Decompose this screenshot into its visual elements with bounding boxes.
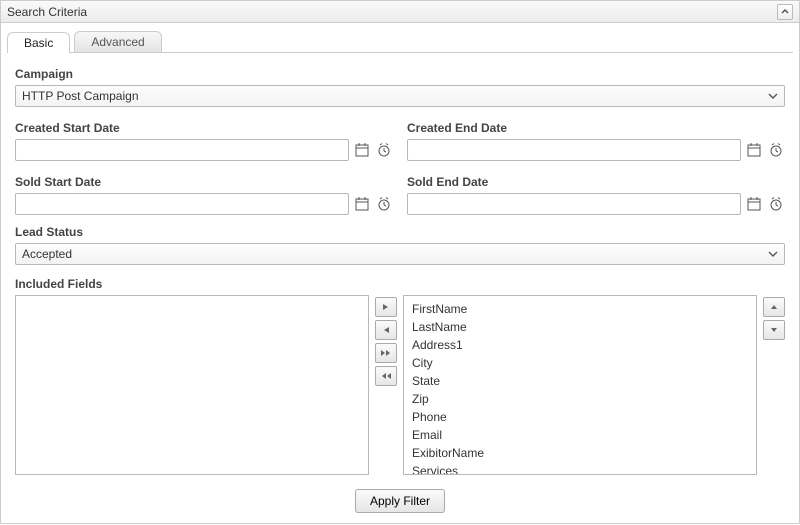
- list-item[interactable]: Zip: [408, 390, 752, 408]
- list-item[interactable]: City: [408, 354, 752, 372]
- move-all-right-button[interactable]: [375, 343, 397, 363]
- move-left-button[interactable]: [375, 320, 397, 340]
- created-start-block: Created Start Date: [15, 117, 393, 161]
- sold-start-block: Sold Start Date: [15, 171, 393, 215]
- included-fields-dual-list: FirstNameLastNameAddress1CityStateZipPho…: [15, 295, 785, 475]
- apply-filter-label: Apply Filter: [370, 494, 430, 508]
- apply-filter-button[interactable]: Apply Filter: [355, 489, 445, 513]
- arrow-up-icon: [769, 302, 779, 312]
- tab-basic-label: Basic: [24, 36, 53, 50]
- chevron-up-icon: [781, 8, 789, 16]
- list-item[interactable]: Email: [408, 426, 752, 444]
- list-item[interactable]: Address1: [408, 336, 752, 354]
- tab-strip: Basic Advanced: [7, 29, 793, 53]
- campaign-value: HTTP Post Campaign: [22, 89, 139, 103]
- created-start-label: Created Start Date: [15, 121, 393, 135]
- campaign-label: Campaign: [15, 67, 785, 81]
- arrow-left-icon: [381, 325, 391, 335]
- tab-basic[interactable]: Basic: [7, 32, 70, 53]
- chevron-down-icon: [768, 91, 778, 101]
- sold-start-label: Sold Start Date: [15, 175, 393, 189]
- list-item[interactable]: State: [408, 372, 752, 390]
- move-right-button[interactable]: [375, 297, 397, 317]
- selected-fields-listbox[interactable]: FirstNameLastNameAddress1CityStateZipPho…: [403, 295, 757, 475]
- available-fields-listbox[interactable]: [15, 295, 369, 475]
- clock-icon[interactable]: [767, 195, 785, 213]
- move-buttons-column: [375, 295, 397, 475]
- chevron-down-icon: [768, 249, 778, 259]
- campaign-dropdown[interactable]: HTTP Post Campaign: [15, 85, 785, 107]
- lead-status-label: Lead Status: [15, 225, 785, 239]
- panel-body: Basic Advanced Campaign HTTP Post Campai…: [0, 22, 800, 524]
- collapse-button[interactable]: [777, 4, 793, 20]
- tab-advanced[interactable]: Advanced: [74, 31, 161, 52]
- list-item[interactable]: ExibitorName: [408, 444, 752, 462]
- sold-start-date-input[interactable]: [15, 193, 349, 215]
- search-criteria-panel: Search Criteria Basic Advanced Campaign …: [0, 0, 800, 524]
- calendar-icon[interactable]: [353, 195, 371, 213]
- created-start-date-input[interactable]: [15, 139, 349, 161]
- double-arrow-left-icon: [380, 371, 392, 381]
- created-end-date-input[interactable]: [407, 139, 741, 161]
- list-item[interactable]: Services: [408, 462, 752, 475]
- panel-title: Search Criteria: [7, 5, 87, 19]
- arrow-right-icon: [381, 302, 391, 312]
- included-fields-label: Included Fields: [15, 277, 785, 291]
- move-up-button[interactable]: [763, 297, 785, 317]
- sold-end-block: Sold End Date: [407, 171, 785, 215]
- list-item[interactable]: Phone: [408, 408, 752, 426]
- clock-icon[interactable]: [767, 141, 785, 159]
- sold-end-label: Sold End Date: [407, 175, 785, 189]
- sold-end-date-input[interactable]: [407, 193, 741, 215]
- list-item[interactable]: FirstName: [408, 300, 752, 318]
- move-down-button[interactable]: [763, 320, 785, 340]
- lead-status-dropdown[interactable]: Accepted: [15, 243, 785, 265]
- arrow-down-icon: [769, 325, 779, 335]
- list-item[interactable]: LastName: [408, 318, 752, 336]
- order-buttons-column: [763, 295, 785, 475]
- panel-header: Search Criteria: [0, 0, 800, 22]
- created-end-block: Created End Date: [407, 117, 785, 161]
- created-end-label: Created End Date: [407, 121, 785, 135]
- clock-icon[interactable]: [375, 195, 393, 213]
- clock-icon[interactable]: [375, 141, 393, 159]
- lead-status-value: Accepted: [22, 247, 72, 261]
- move-all-left-button[interactable]: [375, 366, 397, 386]
- calendar-icon[interactable]: [745, 141, 763, 159]
- tab-advanced-label: Advanced: [91, 35, 144, 49]
- tab-content-basic: Campaign HTTP Post Campaign Created Star…: [7, 53, 793, 513]
- calendar-icon[interactable]: [745, 195, 763, 213]
- calendar-icon[interactable]: [353, 141, 371, 159]
- double-arrow-right-icon: [380, 348, 392, 358]
